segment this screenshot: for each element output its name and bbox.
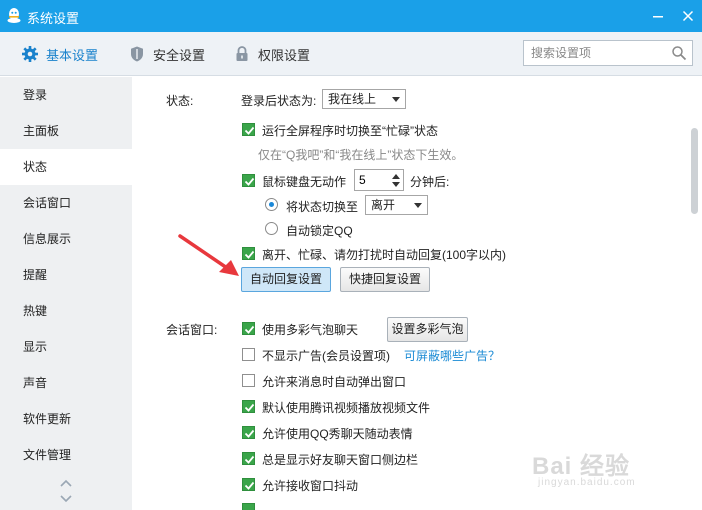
tab-label: 基本设置 [46,47,99,63]
watermark-text: Bai 经验 [532,453,631,480]
login-status-value: 我在线上 [328,92,377,106]
tab-label: 权限设置 [258,47,311,63]
watermark-url: jingyan.baidu.com [538,477,636,488]
check-icon [244,325,255,334]
check-icon [244,250,255,259]
fullscreen-busy-checkbox[interactable] [242,123,255,136]
idle-minutes-input[interactable] [355,170,383,190]
window-shake-label: 允许接收窗口抖动 [262,479,359,493]
status-section-label: 状态: [166,94,194,108]
search-icon[interactable] [671,45,687,61]
show-sidebar-checkbox[interactable] [242,452,255,465]
caret-down-icon [414,203,422,208]
search-input[interactable] [524,41,664,65]
switch-status-radio[interactable] [265,198,278,211]
search-box[interactable] [523,40,693,66]
shield-icon [128,45,146,63]
colorful-bubble-label: 使用多彩气泡聊天 [262,323,359,337]
qq-show-emoticon-label: 允许使用QQ秀聊天随动表情 [262,427,413,441]
auto-lock-radio[interactable] [265,222,278,235]
tencent-video-checkbox[interactable] [242,400,255,413]
idle-label: 鼠标键盘无动作 [262,175,347,189]
sidebar-item-hotkeys[interactable]: 热键 [0,293,132,329]
stepper-down-icon[interactable] [392,182,400,187]
idle-minutes-stepper[interactable] [354,169,404,191]
hide-ads-label: 不显示广告(会员设置项) [262,349,390,363]
tencent-video-label: 默认使用腾讯视频播放视频文件 [262,401,431,415]
stepper-up-icon[interactable] [392,174,400,179]
chat-section-label: 会话窗口: [166,323,218,337]
minimize-icon [653,16,663,18]
switch-status-dropdown[interactable]: 离开 [365,195,428,215]
fullscreen-busy-hint: 仅在“Q我吧”和“我在线上”状态下生效。 [258,148,464,162]
auto-reply-label: 离开、忙碌、请勿打扰时自动回复(100字以内) [262,248,507,262]
gear-icon [21,45,39,63]
sidebar-item-info-display[interactable]: 信息展示 [0,221,132,257]
check-icon [244,177,255,186]
tab-label: 安全设置 [153,47,206,63]
annotation-arrow-icon [178,234,239,276]
switch-status-value: 离开 [371,198,396,212]
sidebar: 登录 主面板 状态 会话窗口 信息展示 提醒 热键 显示 声音 软件更新 文件管… [0,77,132,510]
minimize-button[interactable] [645,4,671,28]
auto-popup-checkbox[interactable] [242,374,255,387]
content-scrollbar[interactable] [688,77,702,510]
chevron-up-icon[interactable] [58,478,74,488]
check-icon [244,403,255,412]
ads-info-link[interactable]: 可屏蔽哪些广告？ [404,347,500,364]
close-button[interactable] [675,4,701,28]
sidebar-item-chat-window[interactable]: 会话窗口 [0,185,132,221]
check-icon [244,455,255,464]
show-sidebar-label: 总是显示好友聊天窗口侧边栏 [262,453,419,467]
login-status-dropdown[interactable]: 我在线上 [322,89,406,109]
window-title: 系统设置 [27,11,80,26]
scrollbar-thumb[interactable] [691,128,698,214]
baidu-watermark: Bai 经验 jingyan.baidu.com [532,446,662,496]
settings-tab-bar: 基本设置 安全设置 权限设置 [0,32,702,76]
sidebar-item-software-update[interactable]: 软件更新 [0,401,132,437]
fullscreen-busy-label: 运行全屏程序时切换至“忙碌”状态 [262,124,438,138]
sidebar-item-reminder[interactable]: 提醒 [0,257,132,293]
sidebar-item-main-panel[interactable]: 主面板 [0,113,132,149]
colorful-bubble-settings-button[interactable]: 设置多彩气泡 [387,317,468,342]
idle-checkbox[interactable] [242,174,255,187]
auto-popup-label: 允许来消息时自动弹出窗口 [262,375,407,389]
partial-checkbox[interactable] [242,503,255,510]
chevron-down-icon[interactable] [58,494,74,504]
check-icon [244,481,255,490]
login-status-label: 登录后状态为: [241,94,317,108]
sidebar-item-file-management[interactable]: 文件管理 [0,437,132,473]
caret-down-icon [392,97,400,102]
close-icon [682,10,694,22]
check-icon [244,429,255,438]
sidebar-item-status[interactable]: 状态 [0,149,132,185]
hide-ads-checkbox[interactable] [242,348,255,361]
title-bar: 系统设置 [0,0,702,32]
tab-security-settings[interactable]: 安全设置 [128,32,205,76]
colorful-bubble-checkbox[interactable] [242,322,255,335]
quick-reply-settings-button[interactable]: 快捷回复设置 [340,267,430,292]
window-shake-checkbox[interactable] [242,478,255,491]
idle-unit-label: 分钟后: [410,175,450,189]
switch-status-label: 将状态切换至 [286,200,359,214]
sidebar-item-sound[interactable]: 声音 [0,365,132,401]
check-icon [244,126,255,135]
auto-reply-settings-button[interactable]: 自动回复设置 [241,267,331,292]
qq-show-emoticon-checkbox[interactable] [242,426,255,439]
sidebar-item-display[interactable]: 显示 [0,329,132,365]
qq-logo-icon [7,8,21,23]
auto-lock-label: 自动锁定QQ [286,224,353,238]
lock-icon [233,45,251,63]
tab-permission-settings[interactable]: 权限设置 [233,32,310,76]
tab-basic-settings[interactable]: 基本设置 [21,32,98,76]
sidebar-item-login[interactable]: 登录 [0,77,132,113]
